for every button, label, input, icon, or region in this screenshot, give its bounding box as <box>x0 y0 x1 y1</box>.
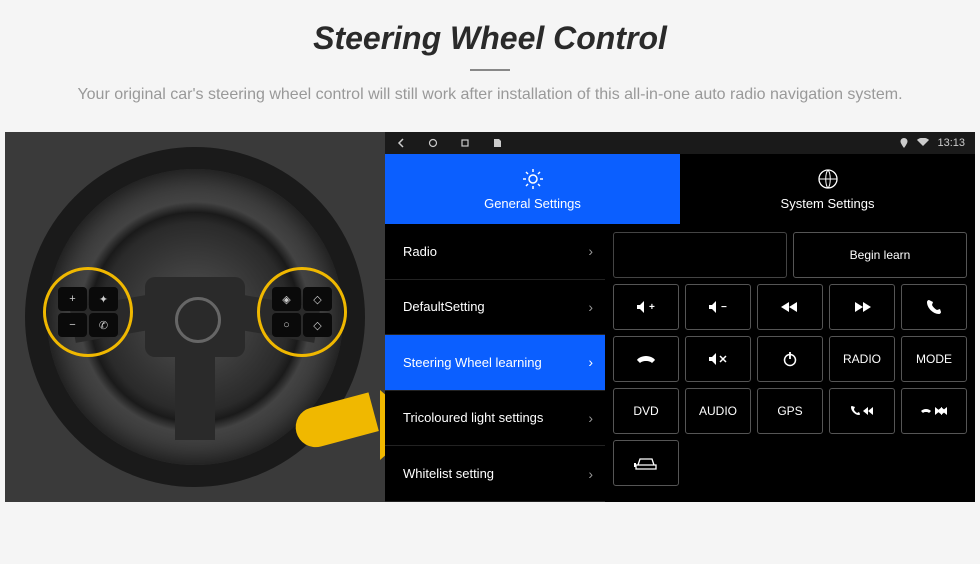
svg-text:−: − <box>721 302 727 313</box>
chevron-right-icon: › <box>588 243 593 259</box>
svg-text:+: + <box>649 302 655 313</box>
page-subtitle: Your original car's steering wheel contr… <box>65 83 915 107</box>
back-icon[interactable] <box>395 137 407 149</box>
wheel-minus-button: − <box>58 313 87 337</box>
wheel-buttons-left: + ✦ − ✆ <box>58 287 118 337</box>
sidebar-whitelist-label: Whitelist setting <box>403 466 494 481</box>
sd-icon <box>491 137 503 149</box>
head-unit-screen: 13:13 General Settings System Settings R… <box>385 132 975 502</box>
wheel-buttons-right: ◈ ◇ ○ ◇ <box>272 287 332 337</box>
radio-button[interactable]: RADIO <box>829 336 895 382</box>
globe-icon <box>817 168 839 190</box>
status-bar: 13:13 <box>385 132 975 154</box>
tab-general-settings[interactable]: General Settings <box>385 154 680 224</box>
gear-icon <box>522 168 544 190</box>
mute-button[interactable] <box>685 336 751 382</box>
page-title: Steering Wheel Control <box>40 20 940 57</box>
hangup-button[interactable] <box>613 336 679 382</box>
chevron-right-icon: › <box>588 466 593 482</box>
volume-up-button[interactable]: + <box>613 284 679 330</box>
chevron-right-icon: › <box>588 299 593 315</box>
recent-icon[interactable] <box>459 137 471 149</box>
volume-down-button[interactable]: − <box>685 284 751 330</box>
sidebar-swl-label: Steering Wheel learning <box>403 355 542 370</box>
next-track-button[interactable] <box>829 284 895 330</box>
begin-learn-button[interactable]: Begin learn <box>793 232 967 278</box>
sidebar-item-steering-wheel-learning[interactable]: Steering Wheel learning › <box>385 335 605 391</box>
button-grid: Begin learn + − RADIO MODE DVD <box>605 224 975 502</box>
wheel-btn-r4: ◇ <box>303 313 332 337</box>
display-field <box>613 232 787 278</box>
sidebar-item-tricolor[interactable]: Tricoloured light settings › <box>385 391 605 447</box>
gps-button[interactable]: GPS <box>757 388 823 434</box>
sidebar-tricolor-label: Tricoloured light settings <box>403 410 543 426</box>
call-prev-button[interactable] <box>829 388 895 434</box>
tab-system-label: System Settings <box>781 196 875 211</box>
steering-wheel-image: + ✦ − ✆ ◈ ◇ ○ ◇ <box>5 132 385 502</box>
sidebar-item-whitelist[interactable]: Whitelist setting › <box>385 446 605 502</box>
tab-system-settings[interactable]: System Settings <box>680 154 975 224</box>
hangup-next-button[interactable] <box>901 388 967 434</box>
dvd-button[interactable]: DVD <box>613 388 679 434</box>
sidebar-item-radio[interactable]: Radio › <box>385 224 605 280</box>
settings-sidebar: Radio › DefaultSetting › Steering Wheel … <box>385 224 605 502</box>
mode-button[interactable]: MODE <box>901 336 967 382</box>
tab-general-label: General Settings <box>484 196 581 211</box>
sidebar-item-default[interactable]: DefaultSetting › <box>385 280 605 336</box>
wheel-plus-button: + <box>58 287 87 311</box>
wheel-btn-r2: ◇ <box>303 287 332 311</box>
wheel-btn-r1: ◈ <box>272 287 301 311</box>
clock-text: 13:13 <box>937 137 965 149</box>
call-button[interactable] <box>901 284 967 330</box>
pointer-arrow <box>295 382 385 462</box>
car-button[interactable] <box>613 440 679 486</box>
gps-icon <box>899 138 909 148</box>
power-button[interactable] <box>757 336 823 382</box>
audio-button[interactable]: AUDIO <box>685 388 751 434</box>
chevron-right-icon: › <box>588 354 593 370</box>
chevron-right-icon: › <box>588 410 593 426</box>
title-divider <box>470 69 510 71</box>
prev-track-button[interactable] <box>757 284 823 330</box>
home-icon[interactable] <box>427 137 439 149</box>
wifi-icon <box>917 138 929 148</box>
wheel-phone-button: ✆ <box>89 313 118 337</box>
sidebar-default-label: DefaultSetting <box>403 299 485 314</box>
sidebar-radio-label: Radio <box>403 244 437 259</box>
wheel-btn-r3: ○ <box>272 313 301 337</box>
wheel-mic-button: ✦ <box>89 287 118 311</box>
